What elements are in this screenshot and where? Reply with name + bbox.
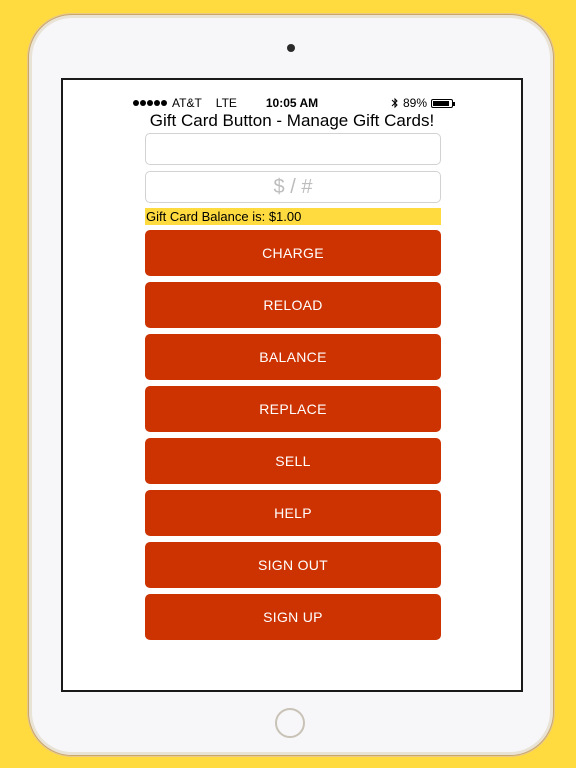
battery-icon: [431, 98, 455, 108]
home-button[interactable]: [275, 708, 305, 738]
sign-out-button[interactable]: SIGN OUT: [145, 542, 441, 588]
sell-button[interactable]: SELL: [145, 438, 441, 484]
camera-icon: [287, 44, 295, 52]
sign-up-button[interactable]: SIGN UP: [145, 594, 441, 640]
reload-button[interactable]: RELOAD: [145, 282, 441, 328]
battery-percent: 89%: [402, 96, 427, 110]
balance-text: Gift Card Balance is: $1.00: [145, 208, 441, 225]
status-bar: AT&T LTE 10:05 AM 89%: [63, 96, 521, 112]
card-number-input[interactable]: [145, 133, 441, 165]
app-screen: AT&T LTE 10:05 AM 89% Gift Card Button -…: [61, 78, 523, 692]
amount-input[interactable]: [145, 171, 441, 203]
app-title: Gift Card Button - Manage Gift Cards!: [149, 111, 435, 130]
status-right: 89%: [391, 96, 455, 110]
balance-button[interactable]: BALANCE: [145, 334, 441, 380]
help-button[interactable]: HELP: [145, 490, 441, 536]
replace-button[interactable]: REPLACE: [145, 386, 441, 432]
battery-level: [433, 100, 450, 106]
charge-button[interactable]: CHARGE: [145, 230, 441, 276]
bluetooth-icon: [391, 97, 398, 109]
